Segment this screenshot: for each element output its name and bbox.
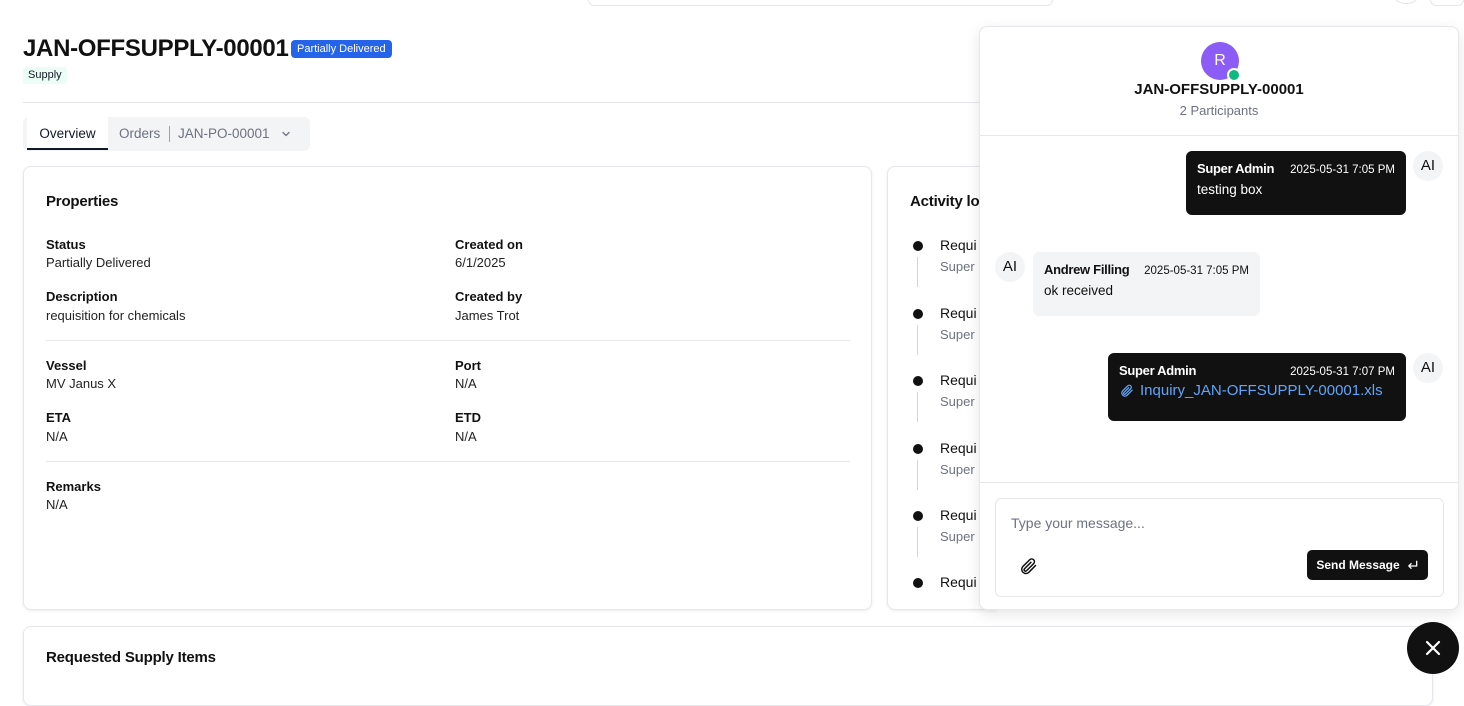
paperclip-icon[interactable] — [1018, 556, 1038, 576]
paperclip-icon — [1121, 384, 1133, 397]
activity-dot — [913, 511, 923, 521]
activity-item-sub: Super — [940, 394, 975, 409]
eta-value: N/A — [46, 429, 68, 444]
message-text: testing box — [1197, 182, 1263, 197]
activity-item-title: Requi — [940, 440, 977, 456]
created-by-label: Created by — [455, 289, 523, 304]
message-sender: Super Admin — [1119, 363, 1197, 378]
activity-line — [917, 257, 918, 287]
top-action-button[interactable] — [1430, 0, 1464, 6]
chat-title: JAN-OFFSUPPLY-00001 — [1134, 81, 1304, 98]
properties-divider — [46, 340, 850, 341]
chat-header-divider — [980, 135, 1458, 136]
tab-order-select[interactable]: JAN-PO-00001 — [178, 117, 270, 151]
activity-line — [917, 460, 918, 490]
properties-divider — [46, 461, 850, 462]
category-tag: Supply — [23, 67, 67, 84]
chat-message: Super Admin 2025-05-31 7:07 PM Inquiry_J… — [1108, 353, 1406, 421]
remarks-label: Remarks — [46, 479, 101, 494]
activity-item-sub: Super — [940, 259, 975, 274]
activity-line — [917, 325, 918, 355]
supply-items-title: Requested Supply Items — [46, 649, 216, 666]
file-attachment-link[interactable]: Inquiry_JAN-OFFSUPPLY-00001.xls — [1119, 382, 1395, 399]
chat-message: Super Admin 2025-05-31 7:05 PM testing b… — [1186, 151, 1406, 215]
etd-value: N/A — [455, 429, 477, 444]
activity-log-title: Activity log — [910, 193, 989, 210]
activity-dot — [913, 376, 923, 386]
message-text: ok received — [1044, 283, 1114, 298]
send-message-label: Send Message — [1316, 558, 1400, 572]
message-input[interactable] — [1011, 515, 1431, 531]
composer-divider — [980, 482, 1458, 483]
etd-label: ETD — [455, 410, 481, 425]
activity-item-sub: Super — [940, 462, 975, 477]
created-by-value: James Trot — [455, 308, 520, 323]
supply-items-card: Requested Supply Items — [23, 626, 1433, 706]
activity-dot — [913, 578, 923, 588]
vessel-label: Vessel — [46, 358, 87, 373]
activity-item-title: Requi — [940, 574, 977, 590]
enter-icon — [1407, 560, 1418, 569]
status-badge: Partially Delivered — [291, 40, 392, 58]
chevron-down-icon[interactable] — [280, 128, 292, 140]
created-on-value: 6/1/2025 — [455, 255, 506, 270]
close-icon — [1425, 640, 1441, 656]
message-composer: Send Message — [995, 498, 1444, 597]
port-value: N/A — [455, 376, 477, 391]
top-user-icon[interactable] — [1393, 0, 1419, 4]
activity-item-title: Requi — [940, 507, 977, 523]
online-status-dot — [1227, 68, 1241, 82]
message-avatar: AI — [995, 252, 1025, 282]
properties-card: Properties Status Partially Delivered Cr… — [23, 166, 872, 610]
message-time: 2025-05-31 7:05 PM — [1290, 164, 1395, 176]
tab-separator — [169, 126, 170, 142]
remarks-value: N/A — [46, 497, 68, 512]
tab-overview[interactable]: Overview — [27, 117, 108, 150]
port-label: Port — [455, 358, 481, 373]
activity-dot — [913, 309, 923, 319]
status-label: Status — [46, 237, 86, 252]
chat-message: Andrew Filling 2025-05-31 7:05 PM ok rec… — [1033, 252, 1260, 316]
created-on-label: Created on — [455, 237, 523, 252]
close-chat-button[interactable] — [1407, 622, 1459, 674]
tab-bar: Overview Orders JAN-PO-00001 — [23, 117, 310, 151]
status-value: Partially Delivered — [46, 255, 151, 270]
description-value: requisition for chemicals — [46, 308, 186, 323]
properties-title: Properties — [46, 193, 119, 210]
message-time: 2025-05-31 7:05 PM — [1144, 265, 1249, 277]
activity-item-title: Requi — [940, 305, 977, 321]
header-divider — [23, 102, 983, 103]
message-time: 2025-05-31 7:07 PM — [1290, 366, 1395, 378]
activity-item-sub: Super — [940, 327, 975, 342]
activity-item-sub: Super — [940, 529, 975, 544]
tab-orders[interactable]: Orders — [119, 117, 160, 151]
chat-participants: 2 Participants — [1179, 103, 1259, 118]
file-name: Inquiry_JAN-OFFSUPPLY-00001.xls — [1140, 382, 1383, 399]
message-sender: Andrew Filling — [1044, 262, 1130, 277]
message-avatar: AI — [1413, 151, 1443, 181]
page-title: JAN-OFFSUPPLY-00001 — [23, 35, 289, 62]
chat-panel: R JAN-OFFSUPPLY-00001 2 Participants Sup… — [979, 26, 1459, 610]
message-sender: Super Admin — [1197, 161, 1275, 176]
activity-item-title: Requi — [940, 372, 977, 388]
eta-label: ETA — [46, 410, 72, 425]
vessel-value: MV Janus X — [46, 376, 117, 391]
activity-dot — [913, 241, 923, 251]
activity-dot — [913, 444, 923, 454]
send-message-button[interactable]: Send Message — [1307, 550, 1428, 580]
top-search-input[interactable] — [588, 0, 1053, 6]
activity-item-title: Requi — [940, 237, 977, 253]
description-label: Description — [46, 289, 118, 304]
activity-line — [917, 392, 918, 422]
message-avatar: AI — [1413, 353, 1443, 383]
activity-line — [917, 527, 918, 557]
